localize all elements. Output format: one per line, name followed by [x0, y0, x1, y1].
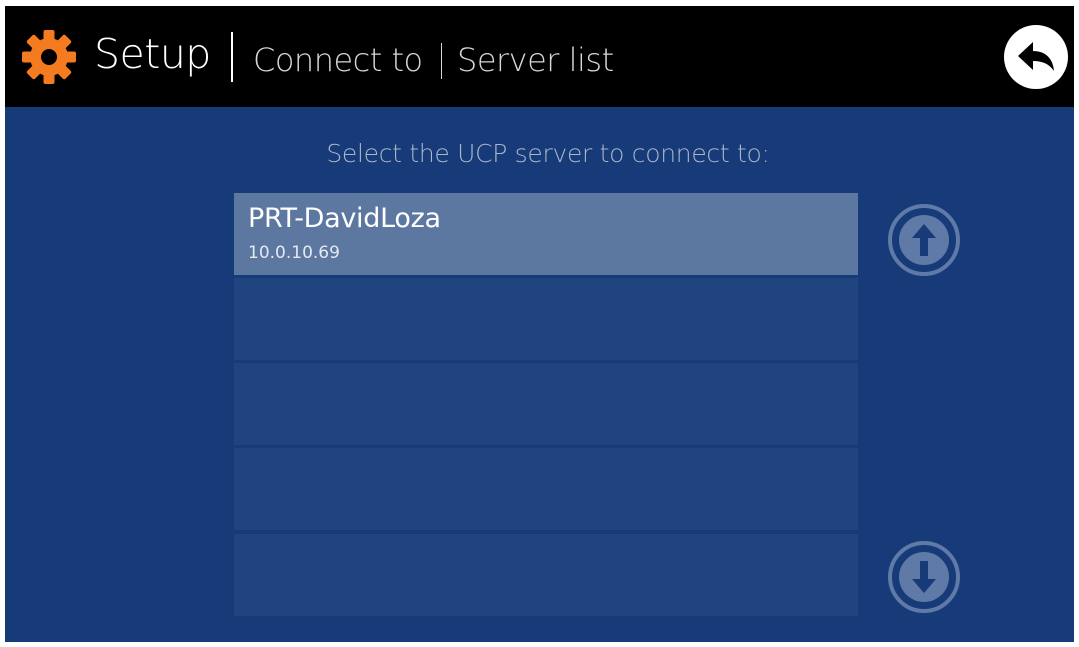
breadcrumb-connect-to: Connect to: [253, 41, 423, 79]
server-list: PRT-DavidLoza 10.0.10.69: [234, 193, 858, 616]
page-title: Setup: [94, 30, 211, 78]
server-row-empty[interactable]: [234, 534, 858, 616]
scroll-up-button[interactable]: [886, 202, 962, 278]
title-divider: [231, 32, 233, 82]
scroll-down-button[interactable]: [886, 539, 962, 615]
arrow-up-circle-icon: [888, 204, 960, 276]
instruction-text: Select the UCP server to connect to:: [326, 139, 770, 168]
server-row-empty[interactable]: [234, 278, 858, 360]
server-name: PRT-DavidLoza: [248, 203, 441, 234]
gear-icon: [22, 30, 76, 84]
server-row-empty[interactable]: [234, 363, 858, 445]
back-arrow-icon: [1018, 42, 1054, 71]
back-button[interactable]: [1004, 25, 1068, 89]
server-row[interactable]: PRT-DavidLoza 10.0.10.69: [234, 193, 858, 275]
arrow-down-circle-icon: [888, 541, 960, 613]
breadcrumb-divider: [441, 43, 442, 79]
setup-screen: Setup Connect to Server list Select the …: [5, 6, 1074, 642]
server-address: 10.0.10.69: [248, 243, 340, 263]
header-bar: Setup Connect to Server list: [5, 6, 1074, 107]
breadcrumb-server-list: Server list: [457, 41, 614, 79]
server-row-empty[interactable]: [234, 448, 858, 530]
